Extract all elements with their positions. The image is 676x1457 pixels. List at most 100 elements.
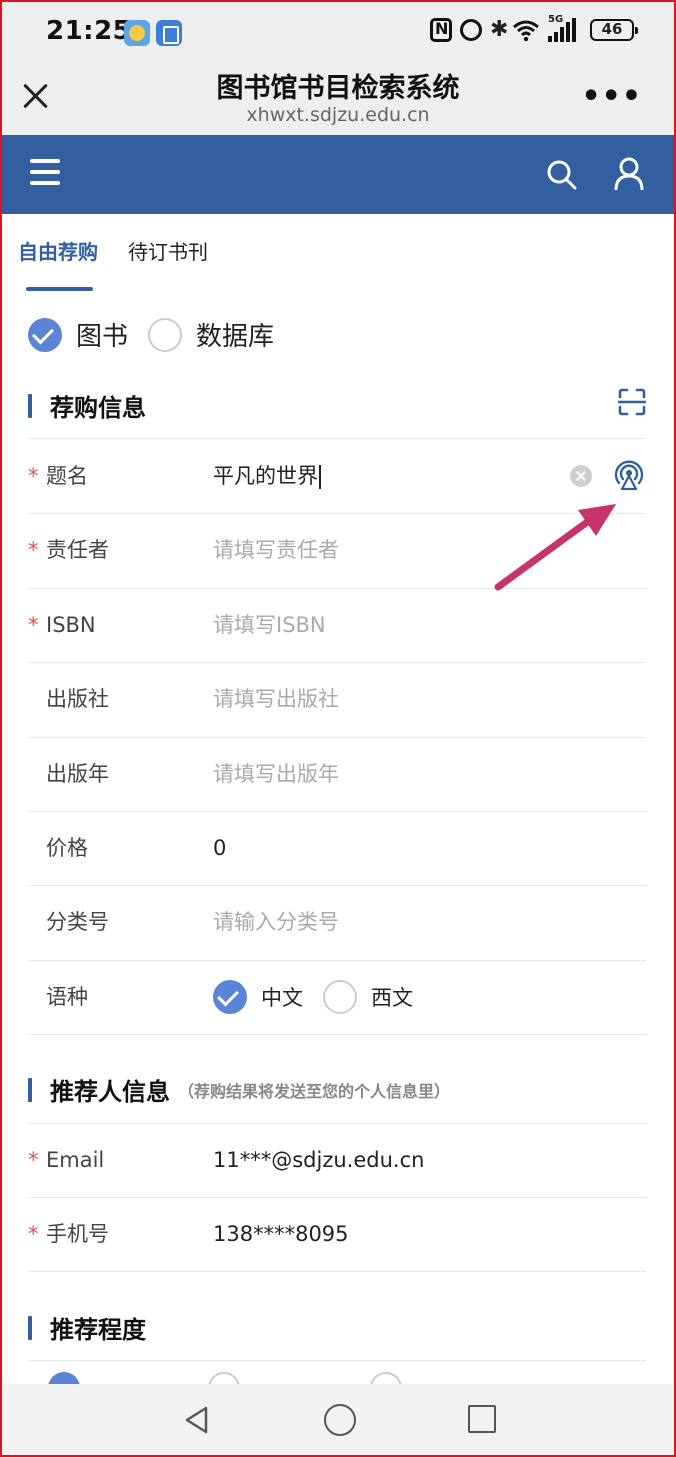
status-bar: 21:25 ✱ 5G 46 (0, 0, 676, 62)
section-purchase-info: 荐购信息 (28, 388, 146, 423)
wifi-icon (513, 20, 539, 42)
price-input[interactable]: 0 (213, 811, 226, 885)
tab-pending-order[interactable]: 待订书刊 (128, 236, 208, 267)
field-year-label-wrap: 出版年 (28, 737, 109, 811)
field-year-label: 出版年 (46, 762, 109, 786)
radio-book-label[interactable]: 图书 (76, 316, 128, 353)
section-recommender-note: （荐购结果将发送至您的个人信息里） (178, 1081, 451, 1101)
annotation-arrow (494, 504, 616, 591)
required-star: * (28, 613, 39, 637)
field-isbn-label-wrap: * ISBN (28, 588, 96, 662)
field-phone: * 手机号 138****8095 (0, 1197, 676, 1271)
required-star: * (28, 1222, 39, 1246)
cellular-signal-icon: 5G (548, 14, 582, 42)
isbn-input[interactable]: 请填写ISBN (213, 588, 326, 662)
required-star: * (28, 538, 39, 562)
scan-icon[interactable] (618, 388, 646, 416)
field-language: 语种 中文 西文 (0, 960, 676, 1034)
battery-icon: 46 (590, 19, 638, 41)
author-input[interactable]: 请填写责任者 (213, 513, 339, 587)
field-isbn: * ISBN 请填写ISBN (0, 588, 676, 662)
tab-bar: 自由荐购 待订书刊 (18, 236, 208, 267)
notification-app-icon (156, 20, 182, 46)
field-class-no-label: 分类号 (46, 910, 109, 934)
system-nav-bar (2, 1384, 674, 1455)
divider (28, 1360, 646, 1361)
required-star: * (28, 1148, 39, 1172)
clear-icon[interactable] (570, 465, 592, 487)
app-header (2, 135, 674, 214)
field-phone-label-wrap: * 手机号 (28, 1197, 109, 1271)
radio-database-label[interactable]: 数据库 (196, 316, 274, 353)
bluetooth-icon: ✱ (490, 17, 509, 42)
radio-book[interactable] (28, 317, 62, 352)
text-cursor (319, 465, 321, 489)
search-icon[interactable] (546, 159, 578, 191)
home-icon[interactable] (324, 1404, 356, 1436)
alarm-icon (460, 19, 482, 41)
section-marker (28, 1077, 32, 1102)
field-publisher-label: 出版社 (46, 687, 109, 711)
radio-chinese[interactable] (213, 980, 247, 1014)
field-email: * Email 11***@sdjzu.edu.cn (0, 1123, 676, 1197)
more-icon[interactable]: ••• (581, 82, 642, 112)
broadcast-icon[interactable] (612, 457, 646, 491)
field-publisher: 出版社 请填写出版社 (0, 662, 676, 736)
page-title: 图书馆书目检索系统 (216, 73, 460, 104)
field-price-label-wrap: 价格 (28, 811, 88, 885)
radio-chinese-label[interactable]: 中文 (261, 982, 303, 1012)
section-marker (28, 1315, 32, 1340)
section-purchase-title: 荐购信息 (50, 394, 146, 422)
status-indicators: ✱ 5G 46 (430, 14, 638, 42)
field-price-label: 价格 (46, 836, 88, 860)
field-author-label-wrap: * 责任者 (28, 513, 109, 587)
back-icon[interactable] (182, 1405, 212, 1435)
divider (28, 1271, 646, 1272)
field-language-label: 语种 (46, 985, 88, 1009)
network-type: 5G (548, 14, 564, 25)
field-author-label: 责任者 (46, 538, 109, 562)
year-input[interactable]: 请填写出版年 (213, 737, 339, 811)
radio-database[interactable] (148, 317, 183, 352)
field-isbn-label: ISBN (46, 613, 96, 637)
type-radio-group: 图书 数据库 (28, 316, 274, 353)
field-class-no: 分类号 请输入分类号 (0, 885, 676, 959)
phone-input[interactable]: 138****8095 (213, 1197, 349, 1271)
section-level-title: 推荐程度 (50, 1316, 146, 1344)
title-input[interactable]: 平凡的世界 (213, 439, 321, 513)
field-title-label-wrap: * 题名 (28, 439, 88, 513)
title-input-value: 平凡的世界 (213, 464, 318, 488)
weather-app-icon (124, 20, 150, 46)
language-radio-group: 中文 西文 (213, 960, 413, 1034)
nfc-icon (430, 18, 452, 42)
user-icon[interactable] (614, 157, 644, 191)
status-time: 21:25 (46, 16, 132, 46)
field-price: 价格 0 (0, 811, 676, 885)
hamburger-menu-icon[interactable] (30, 159, 60, 187)
field-publisher-label-wrap: 出版社 (28, 662, 109, 736)
field-title-label: 题名 (46, 464, 88, 488)
section-recommender-title: 推荐人信息 (50, 1078, 170, 1106)
field-email-label: Email (46, 1148, 105, 1172)
publisher-input[interactable]: 请填写出版社 (213, 662, 339, 736)
required-star: * (28, 464, 39, 488)
email-input[interactable]: 11***@sdjzu.edu.cn (213, 1123, 424, 1197)
tab-free-purchase[interactable]: 自由荐购 (18, 236, 98, 267)
divider (28, 1034, 646, 1035)
radio-western-label[interactable]: 西文 (371, 982, 413, 1012)
page-url: xhwxt.sdjzu.edu.cn (246, 104, 430, 126)
section-marker (28, 393, 32, 418)
level-options-peek (0, 1362, 676, 1386)
section-recommend-level: 推荐程度 (28, 1310, 146, 1345)
field-phone-label: 手机号 (46, 1222, 109, 1246)
field-year: 出版年 请填写出版年 (0, 737, 676, 811)
browser-title-bar: 图书馆书目检索系统 xhwxt.sdjzu.edu.cn ••• (0, 62, 676, 135)
active-tab-indicator (26, 287, 93, 291)
radio-western[interactable] (323, 980, 357, 1014)
field-language-label-wrap: 语种 (28, 960, 88, 1034)
class-no-input[interactable]: 请输入分类号 (213, 885, 339, 959)
field-class-no-label-wrap: 分类号 (28, 885, 109, 959)
field-email-label-wrap: * Email (28, 1123, 104, 1197)
section-recommender-info: 推荐人信息 （荐购结果将发送至您的个人信息里） (28, 1072, 450, 1107)
recent-apps-icon[interactable] (468, 1405, 496, 1433)
